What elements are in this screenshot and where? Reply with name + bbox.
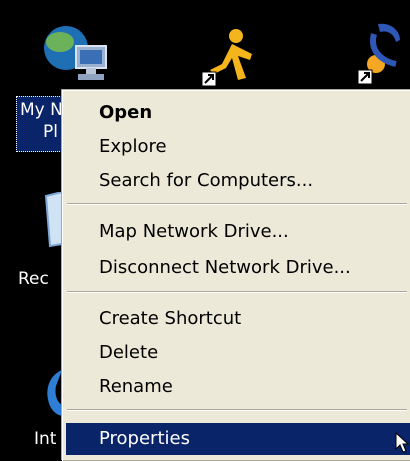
recycle-bin-label: Rec [18, 269, 49, 289]
menu-separator [67, 291, 407, 293]
internet-explorer-icon[interactable] [42, 362, 64, 424]
phone-shortcut-icon[interactable] [356, 20, 410, 92]
context-menu: Open Explore Search for Computers... Map… [62, 90, 410, 461]
menu-item-explore[interactable]: Explore [63, 132, 410, 162]
menu-item-create-shortcut[interactable]: Create Shortcut [63, 304, 410, 334]
menu-item-properties[interactable]: Properties [66, 423, 410, 455]
my-network-places-label[interactable]: My N Pl [16, 96, 64, 152]
internet-explorer-label: Int [34, 429, 57, 449]
menu-separator [67, 409, 407, 411]
menu-item-search-for-computers[interactable]: Search for Computers... [63, 166, 410, 196]
my-network-places-icon[interactable] [38, 20, 110, 92]
mouse-cursor-icon [395, 431, 410, 457]
recycle-bin-icon[interactable] [44, 190, 64, 252]
menu-separator [67, 203, 407, 205]
menu-item-disconnect-network-drive[interactable]: Disconnect Network Drive... [63, 253, 410, 283]
menu-item-delete[interactable]: Delete [63, 338, 410, 368]
menu-item-rename[interactable]: Rename [63, 372, 410, 402]
menu-item-map-network-drive[interactable]: Map Network Drive... [63, 217, 410, 247]
menu-item-open[interactable]: Open [63, 98, 410, 128]
aim-shortcut-icon[interactable] [198, 28, 258, 92]
